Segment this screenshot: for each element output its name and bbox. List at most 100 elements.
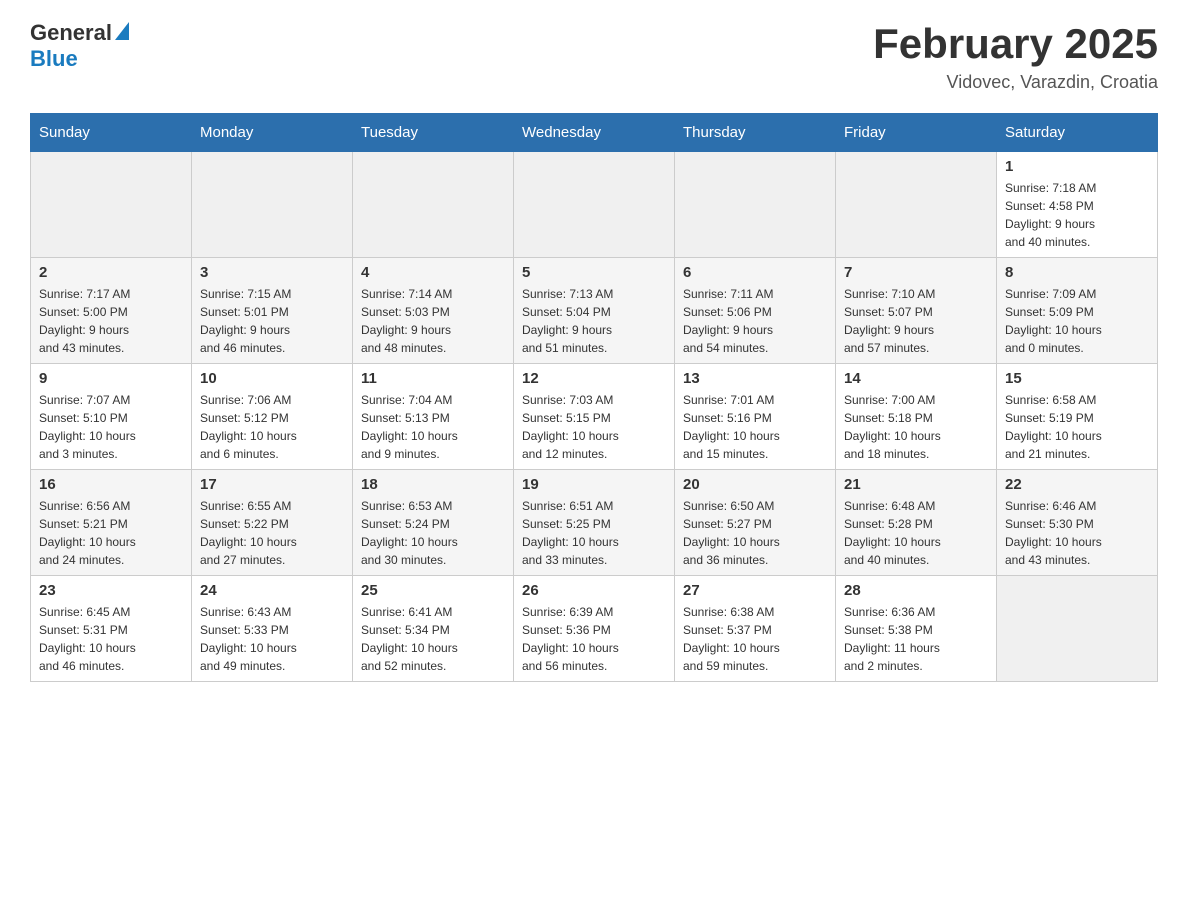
table-row: 21 Sunrise: 6:48 AM Sunset: 5:28 PM Dayli… bbox=[836, 470, 997, 576]
day-number: 16 bbox=[39, 476, 183, 493]
day-info: Sunrise: 7:03 AM Sunset: 5:15 PM Dayligh… bbox=[522, 391, 666, 463]
day-info: Sunrise: 7:06 AM Sunset: 5:12 PM Dayligh… bbox=[200, 391, 344, 463]
day-info: Sunrise: 6:55 AM Sunset: 5:22 PM Dayligh… bbox=[200, 497, 344, 569]
day-info: Sunrise: 7:17 AM Sunset: 5:00 PM Dayligh… bbox=[39, 285, 183, 357]
day-info: Sunrise: 7:01 AM Sunset: 5:16 PM Dayligh… bbox=[683, 391, 827, 463]
table-row: 14 Sunrise: 7:00 AM Sunset: 5:18 PM Dayli… bbox=[836, 364, 997, 470]
logo-general-text: General bbox=[30, 20, 112, 46]
table-row: 26 Sunrise: 6:39 AM Sunset: 5:36 PM Dayli… bbox=[514, 576, 675, 682]
table-row: 22Sunrise: 6:46 AM Sunset: 5:30 PM Dayli… bbox=[997, 470, 1158, 576]
table-row: 10 Sunrise: 7:06 AM Sunset: 5:12 PM Dayli… bbox=[192, 364, 353, 470]
day-number: 9 bbox=[39, 370, 183, 387]
calendar-week-row: 1 Sunrise: 7:18 AM Sunset: 4:58 PM Daylig… bbox=[31, 152, 1158, 258]
day-info: Sunrise: 7:09 AM Sunset: 5:09 PM Dayligh… bbox=[1005, 285, 1149, 357]
table-row: 19 Sunrise: 6:51 AM Sunset: 5:25 PM Dayli… bbox=[514, 470, 675, 576]
table-row: 1 Sunrise: 7:18 AM Sunset: 4:58 PM Daylig… bbox=[997, 152, 1158, 258]
day-info: Sunrise: 7:18 AM Sunset: 4:58 PM Dayligh… bbox=[1005, 179, 1149, 251]
day-number: 15 bbox=[1005, 370, 1149, 387]
day-number: 28 bbox=[844, 582, 988, 599]
day-info: Sunrise: 6:51 AM Sunset: 5:25 PM Dayligh… bbox=[522, 497, 666, 569]
day-info: Sunrise: 7:10 AM Sunset: 5:07 PM Dayligh… bbox=[844, 285, 988, 357]
table-row bbox=[353, 152, 514, 258]
day-number: 27 bbox=[683, 582, 827, 599]
calendar-table: Sunday Monday Tuesday Wednesday Thursday… bbox=[30, 113, 1158, 682]
table-row: 9 Sunrise: 7:07 AM Sunset: 5:10 PM Daylig… bbox=[31, 364, 192, 470]
table-row bbox=[514, 152, 675, 258]
calendar-header-row: Sunday Monday Tuesday Wednesday Thursday… bbox=[31, 114, 1158, 152]
day-number: 7 bbox=[844, 264, 988, 281]
col-wednesday: Wednesday bbox=[514, 114, 675, 152]
day-info: Sunrise: 7:13 AM Sunset: 5:04 PM Dayligh… bbox=[522, 285, 666, 357]
table-row: 12 Sunrise: 7:03 AM Sunset: 5:15 PM Dayli… bbox=[514, 364, 675, 470]
logo-blue-text: Blue bbox=[30, 46, 78, 71]
day-number: 13 bbox=[683, 370, 827, 387]
day-info: Sunrise: 6:58 AM Sunset: 5:19 PM Dayligh… bbox=[1005, 391, 1149, 463]
table-row: 18 Sunrise: 6:53 AM Sunset: 5:24 PM Dayli… bbox=[353, 470, 514, 576]
day-number: 24 bbox=[200, 582, 344, 599]
table-row bbox=[836, 152, 997, 258]
table-row: 13 Sunrise: 7:01 AM Sunset: 5:16 PM Dayli… bbox=[675, 364, 836, 470]
day-number: 4 bbox=[361, 264, 505, 281]
table-row: 27 Sunrise: 6:38 AM Sunset: 5:37 PM Dayli… bbox=[675, 576, 836, 682]
day-number: 19 bbox=[522, 476, 666, 493]
table-row: 23Sunrise: 6:45 AM Sunset: 5:31 PM Dayli… bbox=[31, 576, 192, 682]
day-info: Sunrise: 7:14 AM Sunset: 5:03 PM Dayligh… bbox=[361, 285, 505, 357]
table-row: 2 Sunrise: 7:17 AM Sunset: 5:00 PM Daylig… bbox=[31, 258, 192, 364]
table-row: 24 Sunrise: 6:43 AM Sunset: 5:33 PM Dayli… bbox=[192, 576, 353, 682]
day-number: 1 bbox=[1005, 158, 1149, 175]
day-number: 2 bbox=[39, 264, 183, 281]
table-row: 25 Sunrise: 6:41 AM Sunset: 5:34 PM Dayli… bbox=[353, 576, 514, 682]
day-info: Sunrise: 7:04 AM Sunset: 5:13 PM Dayligh… bbox=[361, 391, 505, 463]
day-info: Sunrise: 6:36 AM Sunset: 5:38 PM Dayligh… bbox=[844, 603, 988, 675]
location-text: Vidovec, Varazdin, Croatia bbox=[873, 72, 1158, 93]
col-tuesday: Tuesday bbox=[353, 114, 514, 152]
day-info: Sunrise: 6:45 AM Sunset: 5:31 PM Dayligh… bbox=[39, 603, 183, 675]
day-info: Sunrise: 6:50 AM Sunset: 5:27 PM Dayligh… bbox=[683, 497, 827, 569]
day-info: Sunrise: 6:38 AM Sunset: 5:37 PM Dayligh… bbox=[683, 603, 827, 675]
day-number: 6 bbox=[683, 264, 827, 281]
day-info: Sunrise: 6:43 AM Sunset: 5:33 PM Dayligh… bbox=[200, 603, 344, 675]
day-number: 17 bbox=[200, 476, 344, 493]
day-info: Sunrise: 7:07 AM Sunset: 5:10 PM Dayligh… bbox=[39, 391, 183, 463]
calendar-week-row: 16 Sunrise: 6:56 AM Sunset: 5:21 PM Dayli… bbox=[31, 470, 1158, 576]
logo-arrow-icon bbox=[115, 22, 129, 40]
col-monday: Monday bbox=[192, 114, 353, 152]
day-number: 14 bbox=[844, 370, 988, 387]
day-info: Sunrise: 7:15 AM Sunset: 5:01 PM Dayligh… bbox=[200, 285, 344, 357]
table-row bbox=[192, 152, 353, 258]
table-row: 11 Sunrise: 7:04 AM Sunset: 5:13 PM Dayli… bbox=[353, 364, 514, 470]
day-number: 11 bbox=[361, 370, 505, 387]
table-row bbox=[997, 576, 1158, 682]
day-info: Sunrise: 7:00 AM Sunset: 5:18 PM Dayligh… bbox=[844, 391, 988, 463]
table-row bbox=[31, 152, 192, 258]
table-row: 20Sunrise: 6:50 AM Sunset: 5:27 PM Dayli… bbox=[675, 470, 836, 576]
table-row: 15 Sunrise: 6:58 AM Sunset: 5:19 PM Dayli… bbox=[997, 364, 1158, 470]
day-info: Sunrise: 7:11 AM Sunset: 5:06 PM Dayligh… bbox=[683, 285, 827, 357]
col-saturday: Saturday bbox=[997, 114, 1158, 152]
table-row: 4 Sunrise: 7:14 AM Sunset: 5:03 PM Daylig… bbox=[353, 258, 514, 364]
logo: General Blue bbox=[30, 20, 129, 72]
day-info: Sunrise: 6:41 AM Sunset: 5:34 PM Dayligh… bbox=[361, 603, 505, 675]
day-number: 18 bbox=[361, 476, 505, 493]
day-number: 26 bbox=[522, 582, 666, 599]
month-title: February 2025 bbox=[873, 20, 1158, 68]
day-info: Sunrise: 6:48 AM Sunset: 5:28 PM Dayligh… bbox=[844, 497, 988, 569]
title-block: February 2025 Vidovec, Varazdin, Croatia bbox=[873, 20, 1158, 93]
table-row: 7 Sunrise: 7:10 AM Sunset: 5:07 PM Daylig… bbox=[836, 258, 997, 364]
day-info: Sunrise: 6:39 AM Sunset: 5:36 PM Dayligh… bbox=[522, 603, 666, 675]
day-number: 3 bbox=[200, 264, 344, 281]
day-number: 21 bbox=[844, 476, 988, 493]
day-number: 8 bbox=[1005, 264, 1149, 281]
table-row: 5 Sunrise: 7:13 AM Sunset: 5:04 PM Daylig… bbox=[514, 258, 675, 364]
table-row: 16 Sunrise: 6:56 AM Sunset: 5:21 PM Dayli… bbox=[31, 470, 192, 576]
col-friday: Friday bbox=[836, 114, 997, 152]
day-info: Sunrise: 6:56 AM Sunset: 5:21 PM Dayligh… bbox=[39, 497, 183, 569]
day-number: 12 bbox=[522, 370, 666, 387]
day-info: Sunrise: 6:53 AM Sunset: 5:24 PM Dayligh… bbox=[361, 497, 505, 569]
calendar-week-row: 2 Sunrise: 7:17 AM Sunset: 5:00 PM Daylig… bbox=[31, 258, 1158, 364]
calendar-week-row: 23Sunrise: 6:45 AM Sunset: 5:31 PM Dayli… bbox=[31, 576, 1158, 682]
day-number: 5 bbox=[522, 264, 666, 281]
table-row: 8 Sunrise: 7:09 AM Sunset: 5:09 PM Daylig… bbox=[997, 258, 1158, 364]
day-number: 10 bbox=[200, 370, 344, 387]
day-number: 25 bbox=[361, 582, 505, 599]
